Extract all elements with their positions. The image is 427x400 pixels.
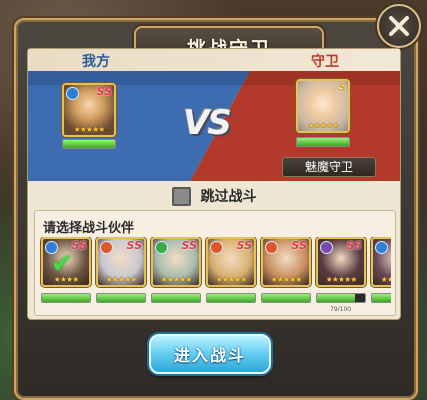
partner-hp-bar: [41, 293, 91, 303]
partner-rank: SS: [346, 239, 362, 252]
water-element-icon: [66, 87, 79, 100]
fire-element-icon: [100, 241, 113, 254]
partner-select-title: 请选择战斗伙伴: [43, 221, 135, 236]
partner-hp-fill: [97, 294, 145, 302]
our-side-label: 我方: [82, 54, 110, 70]
our-hero-hp-fill: [63, 140, 115, 148]
partner-hp-bar: [371, 293, 391, 303]
partner-card[interactable]: SS ★★★★★: [206, 237, 256, 287]
close-button[interactable]: [377, 4, 421, 48]
partner-card[interactable]: SS ★★★★★: [151, 237, 201, 287]
dialog-content: 我方 守卫 VS SS ★★★★★ S ★★★★★ 魅魔守卫 跳过战斗 请选择战…: [27, 48, 401, 320]
partner-rank: SS: [71, 239, 87, 252]
versus-label: VS: [183, 103, 232, 143]
skip-battle-checkbox[interactable]: [171, 186, 191, 206]
partner-hp-text: 79/100: [330, 306, 352, 311]
partner-stars: ★★★★★: [380, 275, 391, 284]
fire-element-icon: [210, 241, 223, 254]
partner-rank: SS: [236, 239, 252, 252]
our-hero-card[interactable]: SS ★★★★★: [62, 83, 116, 137]
partner-select-panel: 请选择战斗伙伴 SS ★★★★ ✔ SS ★★★★★ SS ★★★★★ SS ★★★★★ SS ★★…: [34, 210, 396, 316]
partner-list[interactable]: SS ★★★★ ✔ SS ★★★★★ SS ★★★★★ SS ★★★★★ SS ★★★★★ SS ★★★…: [39, 237, 391, 311]
enemy-side-label: 守卫: [311, 54, 339, 70]
partner-stars: ★★★★★: [270, 275, 303, 284]
partner-card[interactable]: SS ★★★★★: [261, 237, 311, 287]
guard-hero-hp-bar: [296, 137, 350, 147]
dark-element-icon: [320, 241, 333, 254]
enter-battle-label: 进入战斗: [173, 346, 246, 365]
partner-hp-fill: [207, 294, 255, 302]
guard-hero-rank: S: [338, 81, 346, 94]
selected-check-icon: ✔: [51, 249, 73, 279]
partner-hp-bar: [316, 293, 366, 303]
partner-stars: ★★★★★: [215, 275, 248, 284]
partner-rank: SS: [126, 239, 142, 252]
partner-hp-bar: [151, 293, 201, 303]
our-hero-rank: SS: [96, 85, 112, 98]
partner-stars: ★★★★★: [105, 275, 138, 284]
partner-rank: SS: [291, 239, 307, 252]
partner-hp-fill: [317, 294, 355, 302]
partner-stars: ★★★★★: [160, 275, 193, 284]
guard-hero-card: S ★★★★★: [296, 79, 350, 133]
our-hero-hp-bar: [62, 139, 116, 149]
guard-name-plate: 魅魔守卫: [282, 157, 376, 177]
wind-element-icon: [155, 241, 168, 254]
guard-hero-hp-fill: [297, 138, 349, 146]
close-icon: [389, 16, 409, 36]
partner-hp-fill: [152, 294, 200, 302]
water-element-icon: [375, 241, 388, 254]
partner-hp-fill: [372, 294, 391, 302]
partner-hp-fill: [42, 294, 90, 302]
enter-battle-button[interactable]: 进入战斗: [149, 334, 271, 374]
partner-stars: ★★★★★: [325, 275, 358, 284]
skip-battle-row[interactable]: 跳过战斗: [28, 183, 400, 209]
partner-hp-bar: [261, 293, 311, 303]
our-hero-stars: ★★★★★: [73, 125, 106, 134]
partner-hp-bar: [206, 293, 256, 303]
partner-card[interactable]: S★★★★★: [371, 237, 391, 287]
guard-hero-stars: ★★★★★: [307, 121, 340, 130]
partner-hp-bar: [96, 293, 146, 303]
partner-card[interactable]: SS ★★★★★: [96, 237, 146, 287]
fire-element-icon: [265, 241, 278, 254]
sides-header: 我方 守卫: [28, 49, 400, 71]
partner-card[interactable]: SS ★★★★ ✔: [41, 237, 91, 287]
partner-card[interactable]: SS ★★★★★: [316, 237, 366, 287]
partner-hp-fill: [262, 294, 310, 302]
partner-rank: SS: [181, 239, 197, 252]
skip-battle-label: 跳过战斗: [200, 189, 257, 205]
